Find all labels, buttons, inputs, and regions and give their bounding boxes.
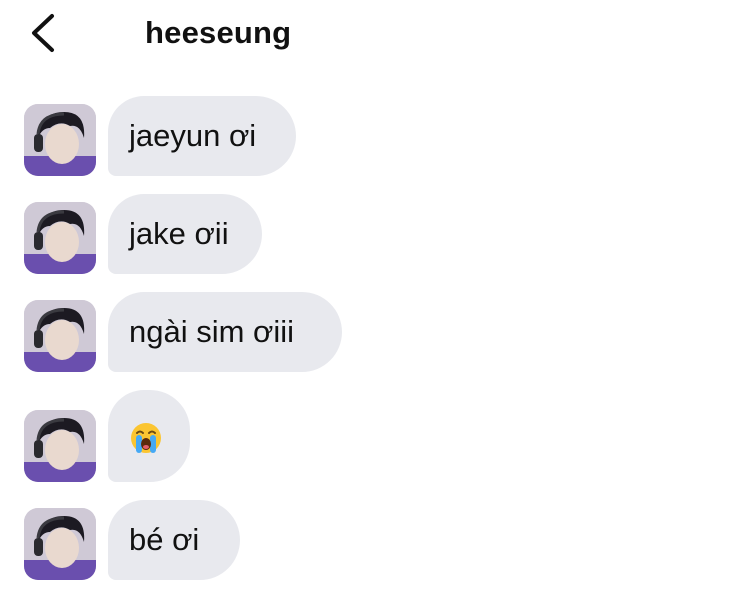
message-text: ngài sim ơiii (129, 314, 295, 349)
avatar-photo (24, 508, 96, 580)
message-text: jake ơii (129, 216, 229, 251)
avatar[interactable] (24, 202, 96, 274)
message-list: jaeyun ơi jake ơii ngài sim ơiii bé ơi (0, 0, 750, 591)
message-bubble[interactable]: 😭 (108, 390, 190, 482)
message-row: jaeyun ơi (0, 96, 750, 176)
message-bubble[interactable]: ngài sim ơiii (108, 292, 342, 372)
message-row: 😭 (0, 390, 750, 482)
avatar-photo (24, 410, 96, 482)
avatar-photo (24, 202, 96, 274)
message-text: jaeyun ơi (129, 118, 257, 153)
message-text: bé ơi (129, 522, 200, 557)
avatar[interactable] (24, 410, 96, 482)
message-bubble[interactable]: bé ơi (108, 500, 240, 580)
avatar-photo (24, 300, 96, 372)
message-row: ngài sim ơiii (0, 292, 750, 372)
loudly-crying-face-icon (131, 423, 161, 453)
message-row: jake ơii (0, 194, 750, 274)
message-row: bé ơi (0, 500, 750, 580)
avatar[interactable] (24, 508, 96, 580)
avatar[interactable] (24, 300, 96, 372)
message-bubble[interactable]: jake ơii (108, 194, 262, 274)
avatar-photo (24, 104, 96, 176)
avatar[interactable] (24, 104, 96, 176)
message-bubble[interactable]: jaeyun ơi (108, 96, 296, 176)
